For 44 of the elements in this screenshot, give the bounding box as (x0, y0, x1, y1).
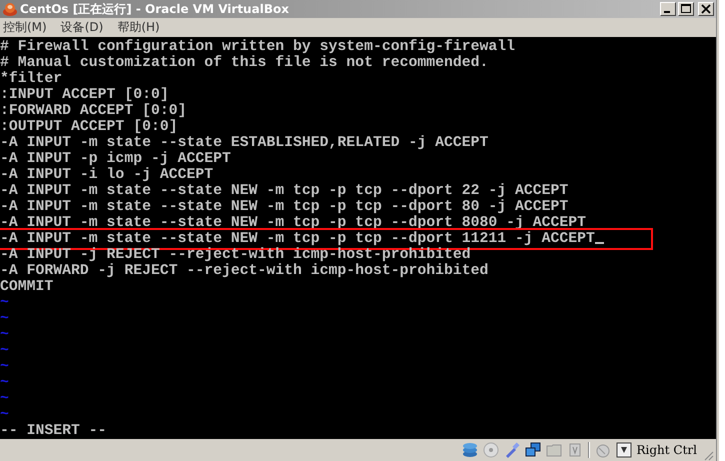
terminal-line: :OUTPUT ACCEPT [0:0] (0, 119, 178, 135)
close-button[interactable] (698, 2, 714, 16)
terminal-line: # Firewall configuration written by system-config-firewall (0, 39, 516, 55)
maximize-icon (681, 4, 691, 14)
terminal-line: -A INPUT -m state --state NEW -m tcp -p tcp --dport 80 -j ACCEPT (0, 199, 568, 215)
chip-icon[interactable] (566, 442, 582, 458)
empty-line-marker: ~ (0, 391, 9, 407)
terminal-line: -A INPUT -m state --state NEW -m tcp -p tcp --dport 22 -j ACCEPT (0, 183, 568, 199)
terminal-line: *filter (0, 71, 62, 87)
usb-plug-icon[interactable] (504, 442, 520, 458)
empty-line-marker: ~ (0, 311, 9, 327)
empty-line-marker: ~ (0, 327, 9, 343)
network-icon[interactable] (524, 442, 540, 458)
terminal-line: -A INPUT -m state --state ESTABLISHED,RELATED -j ACCEPT (0, 135, 488, 151)
menu-item[interactable]: 帮助(H) (117, 19, 160, 36)
resize-grip-icon[interactable] (702, 449, 714, 461)
window-title: CentOs [正在运行] - Oracle VM VirtualBox (20, 0, 290, 18)
minimize-button[interactable] (660, 2, 676, 16)
empty-line-marker: ~ (0, 295, 9, 311)
terminal-line: :INPUT ACCEPT [0:0] (0, 87, 169, 103)
folder-icon[interactable] (546, 442, 562, 458)
empty-line-marker: ~ (0, 407, 9, 423)
menu-item[interactable]: 控制(M) (3, 19, 47, 36)
minimize-icon (664, 11, 670, 13)
app-icon (2, 1, 18, 17)
host-key-label: Right Ctrl (636, 443, 697, 457)
terminal-line: -A FORWARD -j REJECT --reject-with icmp-host-prohibited (0, 263, 488, 279)
empty-line-marker: ~ (0, 359, 9, 375)
terminal-line: # Manual customization of this file is not recommended. (0, 55, 488, 71)
terminal-line: -A INPUT -j REJECT --reject-with icmp-host-prohibited (0, 247, 471, 263)
empty-line-marker: ~ (0, 375, 9, 391)
terminal-line: :FORWARD ACCEPT [0:0] (0, 103, 186, 119)
terminal-line: -A INPUT -i lo -j ACCEPT (0, 167, 214, 183)
close-icon (701, 4, 711, 14)
arrow-down-icon[interactable] (616, 442, 632, 458)
terminal-line: -A INPUT -p icmp -j ACCEPT (0, 151, 231, 167)
maximize-button[interactable] (678, 2, 694, 16)
menu-item[interactable]: 设备(D) (60, 19, 104, 36)
hard-disk-icon[interactable] (462, 442, 478, 458)
optical-disc-icon[interactable] (482, 442, 498, 458)
highlighted-line: -A INPUT -m state --state NEW -m tcp -p tcp --dport 11211 -j ACCEPT (0, 231, 650, 247)
mode-indicator: -- INSERT -- (0, 423, 107, 439)
terminal-line: COMMIT (0, 279, 54, 295)
empty-line-marker: ~ (0, 343, 9, 359)
